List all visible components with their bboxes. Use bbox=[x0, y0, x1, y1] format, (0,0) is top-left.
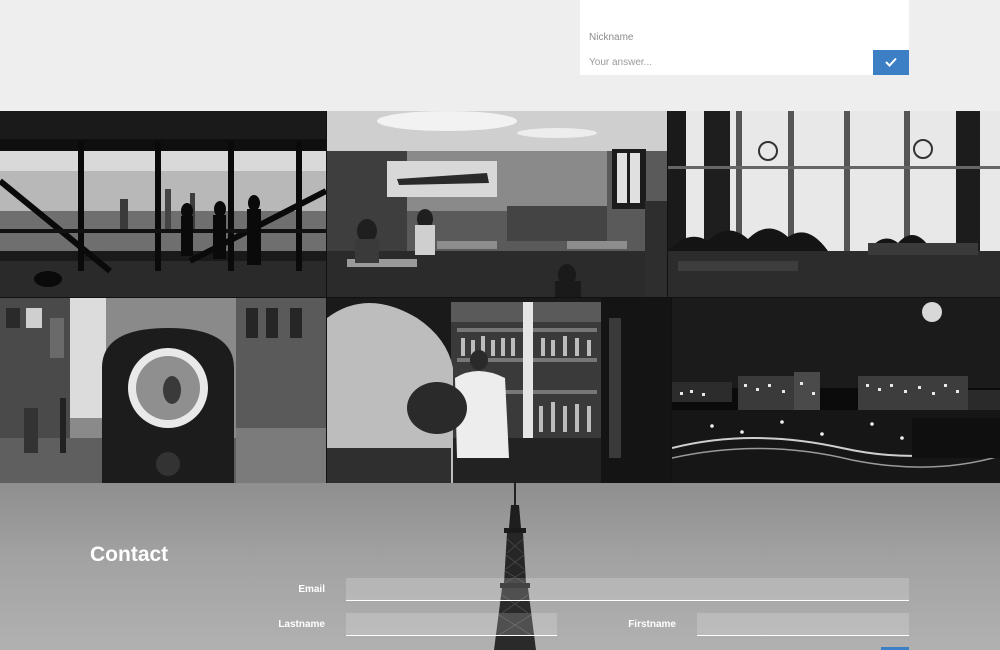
contact-title: Contact bbox=[90, 543, 169, 566]
street-viewfinder-photo bbox=[0, 298, 326, 483]
firstname-field[interactable] bbox=[697, 613, 909, 636]
nickname-label: Nickname bbox=[589, 32, 634, 43]
firstname-label: Firstname bbox=[628, 619, 676, 630]
gallery-tile-bar[interactable] bbox=[327, 298, 671, 483]
skyline-observation-deck-photo bbox=[0, 111, 326, 297]
gallery-tile-cafe[interactable] bbox=[668, 111, 1000, 297]
nickname-form: Nickname bbox=[580, 0, 909, 75]
nickname-submit-button[interactable] bbox=[873, 50, 909, 75]
restaurant-interior-photo bbox=[327, 111, 667, 297]
lastname-field[interactable] bbox=[346, 613, 557, 636]
gallery-tile-night[interactable] bbox=[672, 298, 1000, 483]
contact-section: Contact Email Lastname Firstname bbox=[0, 483, 1000, 650]
gallery-tile-skyline[interactable] bbox=[0, 111, 326, 297]
check-icon bbox=[885, 55, 897, 70]
gallery-tile-restaurant[interactable] bbox=[327, 111, 667, 297]
nickname-answer-row bbox=[580, 50, 909, 75]
bartender-bar-photo bbox=[327, 298, 671, 483]
city-night-moon-photo bbox=[672, 298, 1000, 483]
top-area: Nickname bbox=[0, 0, 1000, 111]
lastname-label: Lastname bbox=[278, 619, 325, 630]
email-label: Email bbox=[298, 584, 325, 595]
gallery-tile-street[interactable] bbox=[0, 298, 326, 483]
cafe-window-silhouettes-photo bbox=[668, 111, 1000, 297]
photo-gallery bbox=[0, 111, 1000, 483]
email-field[interactable] bbox=[346, 578, 909, 601]
nickname-input[interactable] bbox=[580, 50, 873, 75]
